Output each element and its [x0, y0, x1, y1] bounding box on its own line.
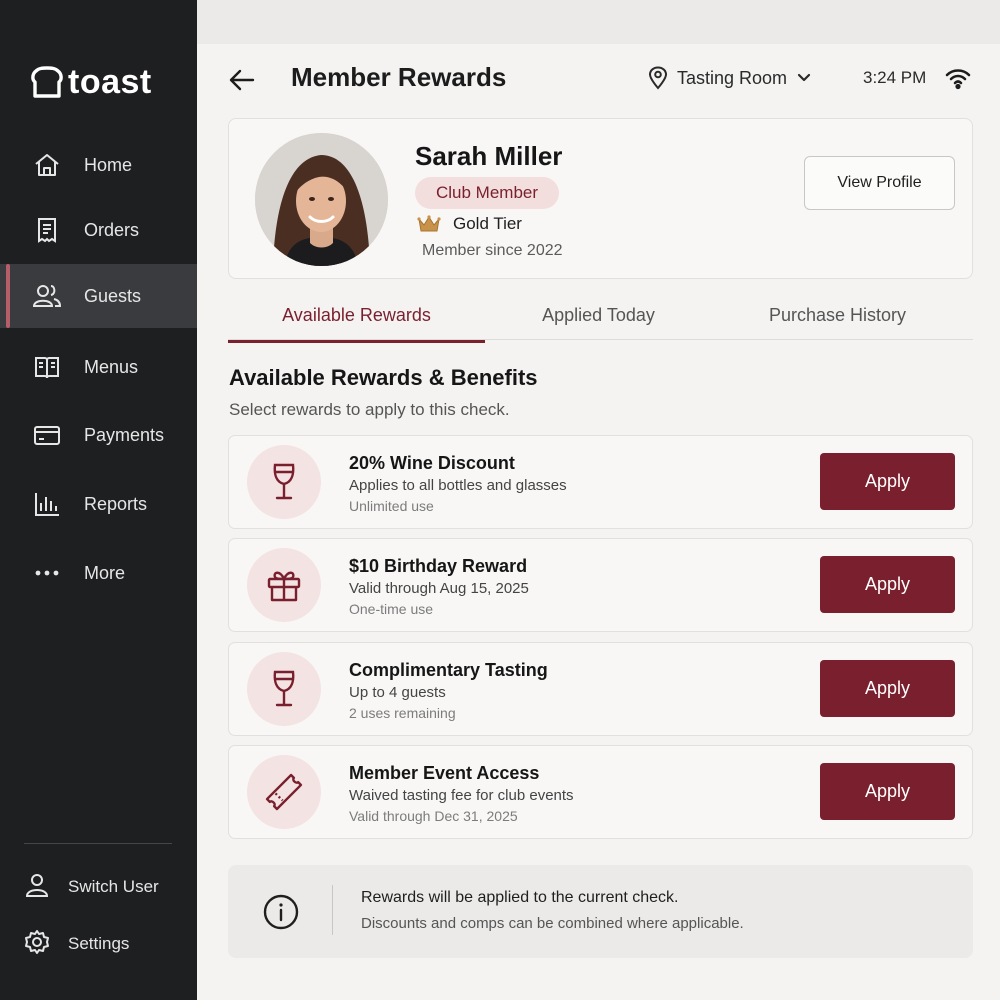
- section-title: Available Rewards & Benefits: [229, 365, 538, 390]
- settings-button[interactable]: Settings: [0, 922, 197, 966]
- reward-title: $10 Birthday Reward: [349, 556, 528, 576]
- member-name: Sarah Miller: [415, 141, 563, 171]
- info-subtitle: Discounts and comps can be combined wher…: [361, 915, 744, 932]
- switch-user-button[interactable]: Switch User: [0, 865, 197, 909]
- sidebar-item-orders[interactable]: Orders: [0, 198, 197, 262]
- settings-label: Settings: [68, 934, 130, 953]
- reward-description: Applies to all bottles and glasses: [349, 477, 567, 494]
- tab-available-rewards[interactable]: Available Rewards: [228, 290, 485, 343]
- reward-tabs: Available Rewards Applied Today Purchase…: [228, 290, 973, 343]
- member-profile-card: Sarah Miller Club Member Gold Tier Membe…: [228, 118, 973, 279]
- reward-usage: One-time use: [349, 601, 434, 617]
- reward-description: Valid through Aug 15, 2025: [349, 580, 529, 597]
- info-divider: [332, 885, 333, 935]
- location-selector[interactable]: Tasting Room: [648, 66, 812, 90]
- apply-button[interactable]: Apply: [820, 556, 955, 613]
- sidebar: toast Home Orders Guests Menus Payments: [0, 0, 197, 1000]
- apply-button[interactable]: Apply: [820, 453, 955, 510]
- apply-button[interactable]: Apply: [820, 660, 955, 717]
- card-icon: [32, 420, 62, 450]
- sidebar-item-label: Menus: [84, 356, 139, 377]
- brand-name: toast: [68, 62, 152, 101]
- gift-icon: [247, 548, 321, 622]
- info-title: Rewards will be applied to the current c…: [361, 889, 679, 906]
- arrow-left-icon: [229, 69, 255, 91]
- reward-title: Complimentary Tasting: [349, 660, 548, 680]
- sidebar-item-label: Orders: [84, 219, 140, 240]
- sidebar-item-reports[interactable]: Reports: [0, 472, 197, 536]
- sidebar-item-label: Guests: [84, 285, 142, 306]
- tier-row: Gold Tier: [417, 214, 522, 234]
- back-button[interactable]: [226, 64, 258, 96]
- reward-card-complimentary-tasting: Complimentary Tasting Up to 4 guests 2 u…: [228, 642, 973, 736]
- sidebar-item-guests[interactable]: Guests: [0, 264, 197, 328]
- club-member-badge: Club Member: [415, 177, 560, 209]
- info-icon: [263, 894, 299, 930]
- book-icon: [32, 352, 62, 382]
- crown-icon: [417, 215, 441, 232]
- tab-applied-today[interactable]: Applied Today: [485, 290, 712, 340]
- sidebar-item-payments[interactable]: Payments: [0, 403, 197, 467]
- reward-usage: 2 uses remaining: [349, 705, 456, 721]
- sidebar-item-label: More: [84, 562, 126, 583]
- tab-purchase-history[interactable]: Purchase History: [712, 290, 963, 340]
- ticket-icon: [247, 755, 321, 829]
- reward-usage: Unlimited use: [349, 498, 434, 514]
- reward-description: Up to 4 guests: [349, 684, 446, 701]
- wifi-icon: [945, 69, 971, 90]
- sidebar-item-label: Payments: [84, 424, 165, 445]
- location-pin-icon: [648, 66, 668, 90]
- chart-icon: [32, 489, 62, 519]
- sidebar-item-menus[interactable]: Menus: [0, 335, 197, 399]
- reward-card-birthday: $10 Birthday Reward Valid through Aug 15…: [228, 538, 973, 632]
- reward-title: Member Event Access: [349, 763, 540, 783]
- sidebar-item-home[interactable]: Home: [0, 133, 197, 197]
- wine-glass-icon: [247, 652, 321, 726]
- tier-label: Gold Tier: [453, 214, 522, 233]
- section-subtitle: Select rewards to apply to this check.: [229, 400, 510, 419]
- more-icon: [32, 558, 62, 588]
- switch-user-label: Switch User: [68, 877, 159, 896]
- page-title: Member Rewards: [291, 62, 507, 92]
- apply-button[interactable]: Apply: [820, 763, 955, 820]
- toast-logo[interactable]: toast: [30, 60, 152, 104]
- member-photo: [255, 133, 388, 266]
- reward-card-wine-discount: 20% Wine Discount Applies to all bottles…: [228, 435, 973, 529]
- sidebar-item-more[interactable]: More: [0, 541, 197, 605]
- reward-title: 20% Wine Discount: [349, 453, 515, 473]
- receipt-icon: [32, 215, 62, 245]
- reward-usage: Valid through Dec 31, 2025: [349, 808, 518, 824]
- user-icon: [24, 872, 50, 903]
- sidebar-item-label: Reports: [84, 493, 148, 514]
- reward-card-event-access: Member Event Access Waived tasting fee f…: [228, 745, 973, 839]
- info-banner: Rewards will be applied to the current c…: [228, 865, 973, 958]
- users-icon: [32, 281, 62, 311]
- member-since: Member since 2022: [422, 242, 563, 259]
- toast-logo-icon: [31, 66, 63, 98]
- sidebar-divider: [24, 843, 172, 844]
- avatar: [255, 133, 388, 266]
- clock: 3:24 PM: [863, 68, 927, 87]
- chevron-down-icon: [797, 73, 811, 82]
- reward-description: Waived tasting fee for club events: [349, 787, 574, 804]
- home-icon: [32, 150, 62, 180]
- location-label: Tasting Room: [677, 67, 788, 88]
- wine-glass-icon: [247, 445, 321, 519]
- sidebar-item-label: Home: [84, 154, 133, 175]
- top-strip: [197, 0, 1000, 44]
- gear-icon: [24, 929, 50, 960]
- view-profile-button[interactable]: View Profile: [804, 156, 955, 210]
